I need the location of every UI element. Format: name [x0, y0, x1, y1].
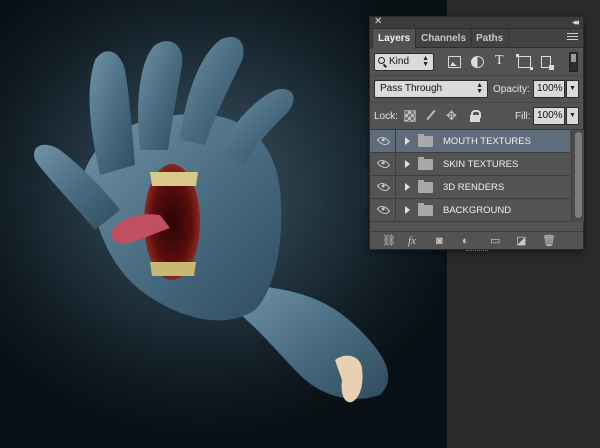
layer-name: BACKGROUND: [443, 205, 512, 216]
chevron-right-icon[interactable]: [405, 206, 410, 214]
panel-menu-icon[interactable]: [567, 33, 578, 43]
layers-scrollbar[interactable]: [571, 130, 584, 222]
select-arrows-icon: ▲ ▼: [422, 55, 429, 68]
layer-mask-icon[interactable]: ◙: [436, 235, 443, 247]
type-filter-icon[interactable]: T: [495, 54, 508, 68]
lock-image-pixels-icon[interactable]: [425, 110, 437, 122]
search-icon: [378, 57, 385, 64]
folder-icon: [418, 180, 433, 193]
new-layer-icon[interactable]: ◪: [516, 235, 526, 247]
image-filter-icon[interactable]: [448, 56, 461, 68]
fill-dropdown-button[interactable]: ▼: [566, 107, 579, 125]
fx-icon[interactable]: fx: [408, 235, 416, 247]
close-icon[interactable]: ✕: [374, 16, 382, 28]
new-group-icon[interactable]: ▭: [490, 235, 500, 247]
blend-mode-select[interactable]: Pass Through ▲ ▼: [374, 80, 488, 98]
folder-icon: [418, 134, 433, 147]
eye-icon: [376, 157, 391, 171]
eye-icon: [376, 203, 391, 217]
chevron-right-icon[interactable]: [405, 183, 410, 191]
visibility-toggle[interactable]: [370, 199, 396, 221]
layer-row-3d-renders[interactable]: 3D RENDERS: [370, 176, 570, 199]
tab-paths[interactable]: Paths: [471, 29, 510, 48]
layer-row-mouth-textures[interactable]: MOUTH TEXTURES: [370, 130, 570, 153]
tab-channels[interactable]: Channels: [416, 29, 473, 48]
layer-list: MOUTH TEXTURES SKIN TEXTURES 3D RENDERS …: [370, 130, 584, 222]
fill-field[interactable]: 100%: [533, 107, 565, 125]
opacity-label: Opacity:: [493, 84, 530, 95]
lock-label: Lock:: [374, 111, 398, 122]
opacity-field[interactable]: 100%: [533, 80, 565, 98]
adjustment-filter-icon[interactable]: [471, 56, 484, 68]
eye-icon: [376, 180, 391, 194]
filter-toggle-switch[interactable]: [569, 52, 578, 72]
filter-kind-select[interactable]: Kind ▲ ▼: [374, 53, 434, 71]
adjustment-layer-icon[interactable]: ◐: [462, 235, 469, 247]
panel-title-bar[interactable]: ✕ ◂◂: [370, 16, 583, 29]
lock-transparency-icon[interactable]: [404, 110, 416, 122]
visibility-toggle[interactable]: [370, 130, 396, 152]
smart-object-filter-icon[interactable]: [541, 56, 554, 70]
opacity-dropdown-button[interactable]: ▼: [566, 80, 579, 98]
visibility-toggle[interactable]: [370, 176, 396, 198]
chevron-right-icon[interactable]: [405, 137, 410, 145]
link-layers-icon[interactable]: ⛓: [382, 235, 396, 247]
panel-tab-bar: Layers Channels Paths: [370, 29, 583, 49]
lock-all-icon[interactable]: [469, 110, 481, 122]
resize-grip[interactable]: [466, 250, 488, 253]
layer-filter-row: Kind ▲ ▼ T: [370, 48, 583, 76]
layer-name: 3D RENDERS: [443, 182, 505, 193]
filter-kind-value: Kind: [389, 56, 410, 67]
select-arrows-icon: ▲ ▼: [476, 82, 483, 95]
layer-name: SKIN TEXTURES: [443, 159, 519, 170]
scrollbar-thumb[interactable]: [575, 132, 582, 218]
lock-row: Lock: ✥ Fill: 100% ▼: [370, 103, 583, 130]
layers-panel: ✕ ◂◂ Layers Channels Paths Kind ▲ ▼ T Pas…: [369, 16, 584, 251]
shape-filter-icon[interactable]: [516, 54, 533, 70]
blend-row: Pass Through ▲ ▼ Opacity: 100% ▼: [370, 76, 583, 103]
chevron-right-icon[interactable]: [405, 160, 410, 168]
lock-position-icon[interactable]: ✥: [446, 109, 458, 122]
eye-icon: [376, 134, 391, 148]
visibility-toggle[interactable]: [370, 153, 396, 175]
folder-icon: [418, 203, 433, 216]
layer-row-skin-textures[interactable]: SKIN TEXTURES: [370, 153, 570, 176]
layer-row-background[interactable]: BACKGROUND: [370, 199, 570, 222]
collapse-icon[interactable]: ◂◂: [572, 16, 579, 28]
trash-icon[interactable]: 🗑: [542, 235, 556, 247]
panel-footer: ⛓ fx ◙ ◐ ▭ ◪ 🗑: [370, 231, 583, 251]
fill-label: Fill:: [515, 111, 531, 122]
layer-name: MOUTH TEXTURES: [443, 136, 531, 147]
blend-mode-value: Pass Through: [380, 83, 443, 94]
folder-icon: [418, 157, 433, 170]
tab-layers[interactable]: Layers: [372, 29, 417, 49]
